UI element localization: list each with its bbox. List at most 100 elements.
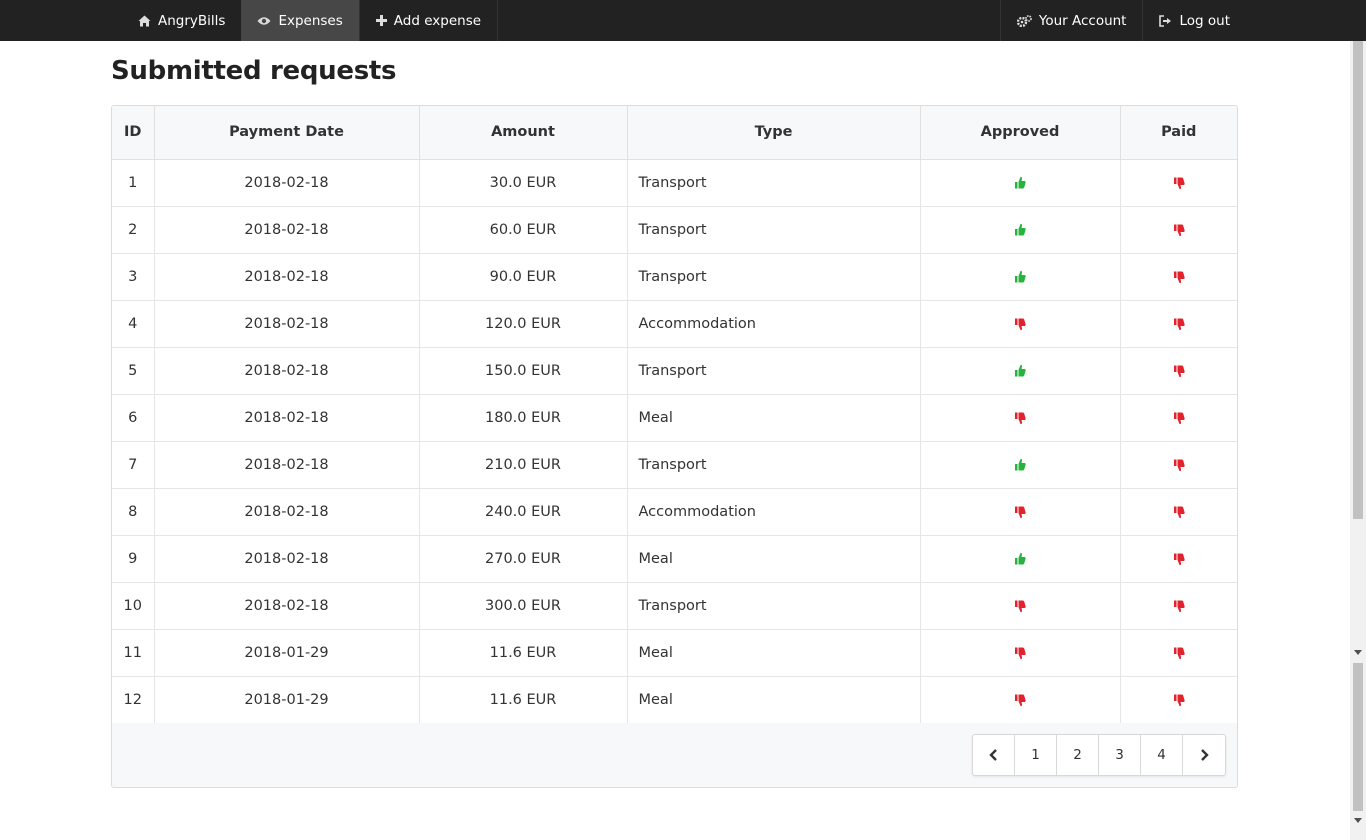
header-paid: Paid [1120,106,1237,160]
cell-payment-date: 2018-01-29 [154,628,420,676]
cell-type: Transport [627,158,921,206]
table-row: 7 2018-02-18 210.0 EUR Transport [112,440,1237,488]
cell-approved [920,675,1121,723]
table-header-row: ID Payment Date Amount Type Approved Pai… [112,106,1237,160]
cell-approved [920,299,1121,347]
cell-payment-date: 2018-02-18 [154,252,420,300]
cell-type: Meal [627,534,921,582]
table-row: 10 2018-02-18 300.0 EUR Transport [112,581,1237,629]
header-amount: Amount [419,106,628,160]
thumbs-down-icon [1173,553,1185,565]
scrollbar-thumb-secondary[interactable] [1353,663,1363,811]
scroll-down-arrow-icon[interactable] [1354,650,1362,655]
nav-expenses-link[interactable]: Expenses [241,0,360,41]
cell-payment-date: 2018-02-18 [154,205,420,253]
thumbs-down-icon [1015,647,1026,659]
cell-type: Transport [627,440,921,488]
header-approved: Approved [920,106,1121,160]
nav-log-out-link[interactable]: Log out [1142,0,1246,41]
table-row: 5 2018-02-18 150.0 EUR Transport [112,346,1237,394]
thumbs-down-icon [1173,694,1185,706]
nav-your-account-label: Your Account [1038,12,1127,29]
header-id: ID [112,106,155,160]
thumbs-down-icon [1015,694,1026,706]
scroll-down-arrow-icon-2[interactable] [1354,818,1362,823]
cell-id: 12 [112,675,155,723]
cell-approved [920,628,1121,676]
requests-panel: ID Payment Date Amount Type Approved Pai… [111,105,1238,788]
cell-paid [1120,205,1237,253]
table-row: 1 2018-02-18 30.0 EUR Transport [112,158,1237,206]
thumbs-down-icon [1173,271,1185,283]
cell-paid [1120,252,1237,300]
pagination-page-4[interactable]: 4 [1141,735,1183,775]
cell-payment-date: 2018-01-29 [154,675,420,723]
pagination-page-2[interactable]: 2 [1057,735,1099,775]
home-icon [138,15,151,26]
cell-approved [920,581,1121,629]
page-scrollbar[interactable] [1350,41,1366,840]
thumbs-down-icon [1015,506,1026,518]
nav-your-account-link[interactable]: Your Account [999,0,1143,41]
thumbs-down-icon [1015,600,1026,612]
thumbs-down-icon [1173,506,1185,518]
nav-log-out-label: Log out [1179,12,1230,29]
plus-icon [375,15,387,26]
cell-approved [920,252,1121,300]
cell-id: 5 [112,346,155,394]
thumbs-up-icon [1015,458,1026,470]
nav-brand-link[interactable]: AngryBills [122,0,241,41]
cell-id: 2 [112,205,155,253]
cell-approved [920,205,1121,253]
table-row: 6 2018-02-18 180.0 EUR Meal [112,393,1237,441]
table-row: 8 2018-02-18 240.0 EUR Accommodation [112,487,1237,535]
cell-id: 7 [112,440,155,488]
cell-paid [1120,393,1237,441]
thumbs-up-icon [1015,364,1026,376]
cell-paid [1120,534,1237,582]
scrollbar-thumb[interactable] [1353,41,1363,519]
cell-payment-date: 2018-02-18 [154,346,420,394]
cell-type: Transport [627,581,921,629]
cell-payment-date: 2018-02-18 [154,440,420,488]
cell-id: 6 [112,393,155,441]
cell-paid [1120,346,1237,394]
navbar: AngryBills Expenses Add expense Your Acc… [0,0,1366,41]
cell-paid [1120,299,1237,347]
cell-type: Meal [627,628,921,676]
cell-id: 9 [112,534,155,582]
thumbs-down-icon [1173,412,1185,424]
pagination-page-3[interactable]: 3 [1099,735,1141,775]
cell-amount: 11.6 EUR [419,675,628,723]
page-title: Submitted requests [111,56,397,86]
pagination-page-1[interactable]: 1 [1015,735,1057,775]
pagination-next-button[interactable] [1183,735,1225,775]
cell-type: Transport [627,252,921,300]
header-payment-date: Payment Date [154,106,420,160]
table-row: 11 2018-01-29 11.6 EUR Meal [112,628,1237,676]
cell-type: Transport [627,346,921,394]
table-row: 12 2018-01-29 11.6 EUR Meal [112,675,1237,723]
cell-amount: 60.0 EUR [419,205,628,253]
cell-approved [920,393,1121,441]
thumbs-down-icon [1173,459,1185,471]
cell-type: Transport [627,205,921,253]
cell-amount: 30.0 EUR [419,158,628,206]
table-row: 4 2018-02-18 120.0 EUR Accommodation [112,299,1237,347]
cell-paid [1120,628,1237,676]
cell-payment-date: 2018-02-18 [154,581,420,629]
cell-approved [920,158,1121,206]
cell-paid [1120,440,1237,488]
nav-add-expense-link[interactable]: Add expense [360,0,499,41]
requests-table: ID Payment Date Amount Type Approved Pai… [112,106,1237,723]
pagination-prev-button[interactable] [973,735,1015,775]
cell-amount: 90.0 EUR [419,252,628,300]
cell-amount: 210.0 EUR [419,440,628,488]
thumbs-down-icon [1173,600,1185,612]
cell-id: 11 [112,628,155,676]
thumbs-down-icon [1173,365,1185,377]
cell-amount: 300.0 EUR [419,581,628,629]
cell-paid [1120,158,1237,206]
cell-payment-date: 2018-02-18 [154,534,420,582]
cell-amount: 180.0 EUR [419,393,628,441]
